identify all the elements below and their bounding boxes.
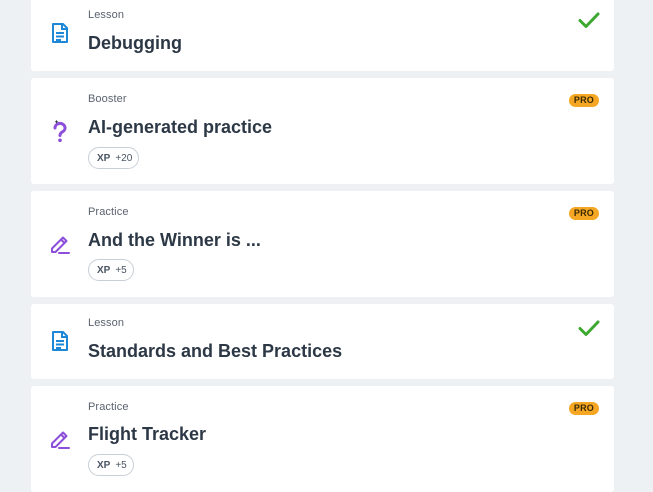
xp-reward-pill: XP +5 bbox=[88, 259, 134, 281]
xp-value: +5 bbox=[115, 264, 127, 276]
list-item-booster-ai-practice[interactable]: Booster AI-generated practice PRO XP +20 bbox=[31, 78, 614, 184]
item-type-label: Practice bbox=[88, 206, 129, 218]
xp-reward-pill: XP +5 bbox=[88, 454, 134, 476]
pencil-edit-icon bbox=[48, 427, 72, 451]
item-title: Debugging bbox=[88, 33, 182, 53]
pro-badge: PRO bbox=[568, 402, 599, 415]
pro-badge: PRO bbox=[568, 207, 599, 220]
question-sparkle-icon bbox=[48, 119, 72, 143]
item-type-label: Lesson bbox=[88, 9, 125, 21]
xp-value: +5 bbox=[115, 459, 127, 471]
xp-reward-pill: XP +20 bbox=[88, 147, 140, 169]
item-title: Flight Tracker bbox=[88, 424, 207, 444]
list-item-practice-winner[interactable]: Practice And the Winner is ... PRO XP +5 bbox=[31, 191, 614, 297]
pencil-edit-icon bbox=[48, 232, 72, 256]
item-type-label: Lesson bbox=[88, 317, 125, 329]
completed-check-icon bbox=[578, 319, 600, 337]
xp-value: +20 bbox=[115, 152, 133, 164]
list-item-lesson-standards[interactable]: Lesson Standards and Best Practices bbox=[31, 304, 614, 379]
xp-label: XP bbox=[97, 264, 111, 276]
list-item-lesson-debugging[interactable]: Lesson Debugging bbox=[31, 0, 614, 71]
pro-badge: PRO bbox=[568, 94, 599, 107]
item-title: AI-generated practice bbox=[88, 117, 273, 137]
item-title: Standards and Best Practices bbox=[88, 341, 343, 361]
document-icon bbox=[48, 329, 72, 353]
item-type-label: Practice bbox=[88, 401, 129, 413]
item-type-label: Booster bbox=[88, 93, 127, 105]
list-item-practice-flight-tracker[interactable]: Practice Flight Tracker PRO XP +5 bbox=[31, 386, 614, 492]
item-title: And the Winner is ... bbox=[88, 230, 261, 250]
xp-label: XP bbox=[97, 152, 111, 164]
xp-label: XP bbox=[97, 459, 111, 471]
completed-check-icon bbox=[578, 11, 600, 29]
document-icon bbox=[48, 21, 72, 45]
